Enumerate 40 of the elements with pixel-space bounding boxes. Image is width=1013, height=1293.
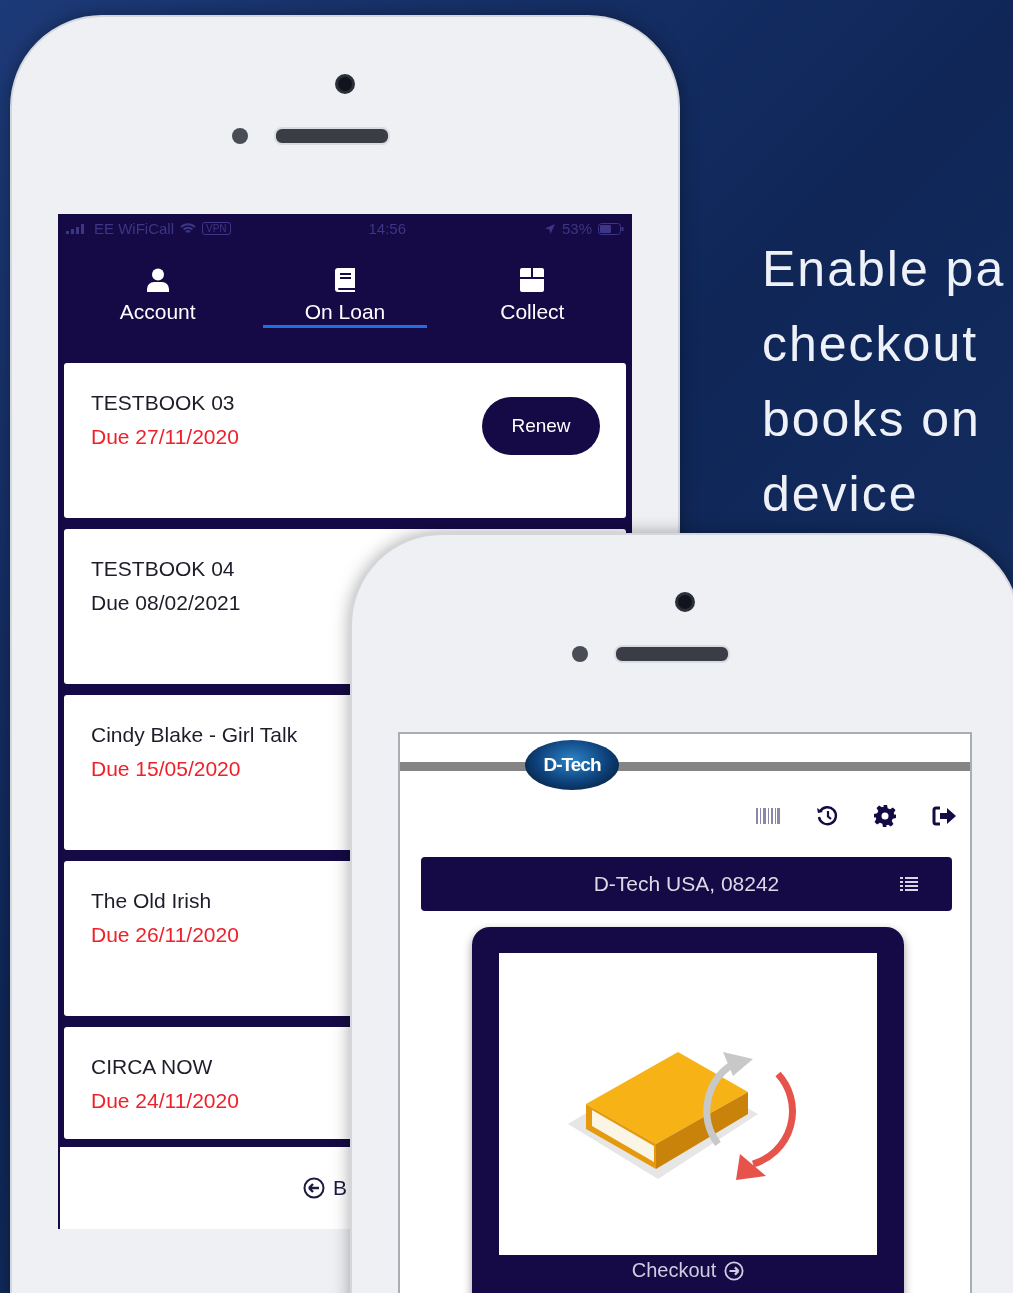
book-title: CIRCA NOW bbox=[91, 1055, 214, 1080]
book-icon bbox=[335, 268, 355, 293]
due-date: Due 24/11/2020 bbox=[91, 1089, 239, 1114]
nav-tab[interactable]: Collect bbox=[450, 243, 614, 329]
nav-tab[interactable]: On Loan bbox=[263, 243, 427, 329]
headline-text: Enable pa checkout books on device bbox=[762, 240, 1007, 524]
book-title: Cindy Blake - Girl Talk bbox=[91, 723, 298, 748]
status-time: 14:56 bbox=[368, 220, 407, 238]
due-date: Due 26/11/2020 bbox=[91, 923, 239, 948]
vpn-badge: VPN bbox=[202, 222, 231, 236]
list-icon[interactable] bbox=[900, 877, 918, 891]
due-date: Due 08/02/2021 bbox=[91, 591, 241, 616]
settings-icon[interactable] bbox=[874, 805, 896, 827]
phone-sensor bbox=[572, 646, 588, 662]
logo: D-Tech bbox=[525, 740, 619, 790]
location-name: D-Tech USA, 08242 bbox=[593, 872, 780, 896]
back-button[interactable]: B bbox=[303, 1176, 347, 1201]
battery-percent: 53% bbox=[561, 220, 592, 238]
arrow-right-icon bbox=[724, 1260, 745, 1281]
battery-icon bbox=[598, 222, 624, 235]
renew-button[interactable]: Renew bbox=[482, 396, 600, 455]
due-date: Due 27/11/2020 bbox=[91, 425, 239, 450]
nav-tab[interactable]: Account bbox=[76, 243, 240, 329]
phone-sensor bbox=[232, 128, 248, 144]
barcode-icon[interactable] bbox=[756, 808, 780, 824]
location-arrow-icon bbox=[543, 222, 556, 235]
box-icon bbox=[520, 268, 545, 293]
book-title: The Old Irish bbox=[91, 889, 213, 914]
history-icon[interactable] bbox=[816, 805, 838, 827]
logout-icon[interactable] bbox=[932, 806, 956, 826]
book-title: TESTBOOK 03 bbox=[91, 391, 236, 416]
person-icon bbox=[146, 268, 169, 293]
carrier-label: EE WiFiCall bbox=[94, 220, 174, 238]
phone-camera bbox=[675, 592, 695, 612]
due-date: Due 15/05/2020 bbox=[91, 757, 242, 782]
book-title: TESTBOOK 04 bbox=[91, 557, 236, 582]
wifi-icon bbox=[180, 222, 196, 235]
phone-camera bbox=[335, 74, 355, 94]
checkout-button[interactable]: Checkout bbox=[631, 1259, 745, 1282]
location-bar[interactable]: D-Tech USA, 08242 bbox=[421, 857, 952, 911]
